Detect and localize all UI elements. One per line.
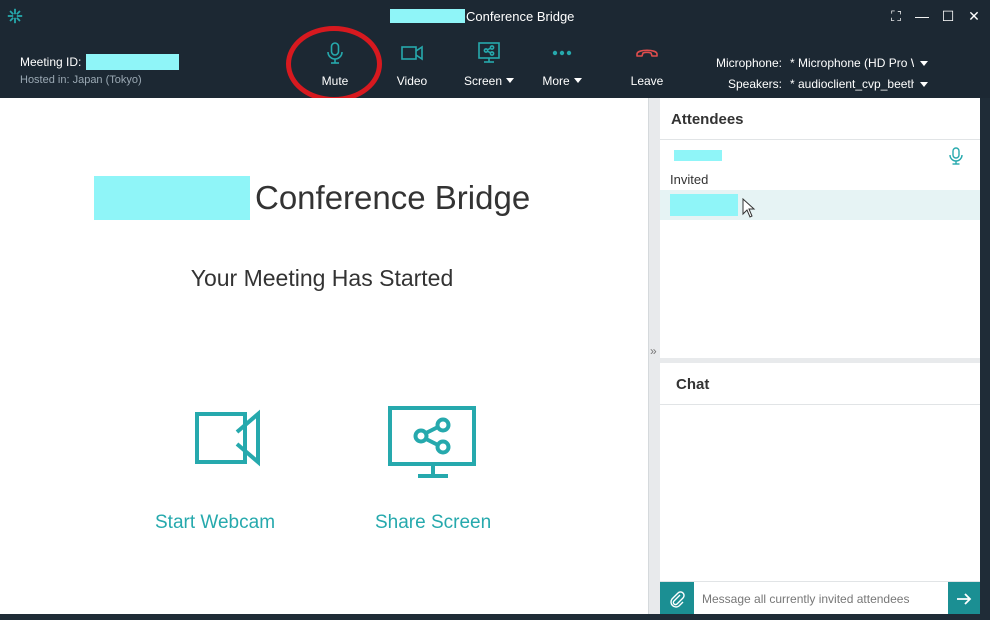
redacted-block [94,176,250,220]
attach-button[interactable] [660,582,694,615]
arrow-right-icon [957,592,972,605]
hang-up-icon [636,49,658,57]
share-screen-label: Share Screen [375,512,492,533]
main-stage: Conference Bridge Your Meeting Has Start… [0,98,648,618]
send-button[interactable] [948,582,980,615]
collapse-chevron-icon[interactable]: » [650,344,657,358]
window-border [0,614,990,620]
microphone-icon[interactable] [946,146,966,166]
maximize-icon[interactable]: ☐ [938,6,958,26]
invited-section-label: Invited [670,172,709,187]
screen-label-text: Screen [463,74,503,88]
attendees-title: Attendees [660,98,980,140]
paperclip-icon [670,590,685,608]
microphone-icon [327,42,343,64]
chevron-down-icon [920,60,928,66]
screen-button[interactable]: Screen [454,40,524,92]
mute-button[interactable]: Mute [300,40,370,92]
meeting-status: Your Meeting Has Started [190,265,454,291]
leave-button[interactable]: Leave [612,40,682,92]
title-bar: Conference Bridge ⛶ — ☐ ✕ [0,0,990,32]
speakers-label: Speakers: [727,77,782,91]
invited-attendee-row[interactable] [660,190,980,220]
window-controls: ⛶ — ☐ ✕ [886,6,984,26]
conference-title-text: Conference Bridge [255,179,531,216]
close-icon[interactable]: ✕ [964,6,984,26]
share-screen-icon [478,42,500,63]
attendees-panel: Attendees Invited [660,98,980,358]
hosted-location: Hosted in: Japan (Tokyo) [20,74,142,86]
redacted-block [670,194,738,216]
redacted-block [86,54,180,70]
window-title-text: Conference Bridge [466,8,575,24]
meeting-id-label: Meeting ID: [20,55,82,69]
speakers-select[interactable]: Speakers: * audioclient_cvp_beethoven [700,77,928,91]
video-button[interactable]: Video [377,40,447,92]
redacted-block [674,150,722,161]
start-webcam-label: Start Webcam [155,512,276,533]
leave-label: Leave [630,74,664,88]
microphone-value: * Microphone (HD Pro Webcam C920) [790,56,914,70]
more-label-text: More [542,74,570,88]
more-button[interactable]: More [527,40,597,92]
start-webcam-button[interactable]: Start Webcam [155,400,275,534]
speakers-value: * audioclient_cvp_beethoven [790,77,914,91]
panel-splitter[interactable]: » [648,98,660,618]
chat-title: Chat [660,363,980,405]
webcam-icon [195,409,261,467]
chat-message-input[interactable]: Message all currently invited attendees [702,592,909,606]
screen-label: Screen [463,74,515,88]
mute-label: Mute [321,74,349,88]
microphone-select[interactable]: Microphone: * Microphone (HD Pro Webcam … [700,56,928,70]
attendee-row[interactable] [660,140,980,170]
window-title: Conference Bridge [390,8,574,24]
app-logo-icon [7,8,23,24]
microphone-label: Microphone: [715,56,782,70]
chevron-down-icon [506,78,515,83]
more-label: More [542,74,582,88]
video-label: Video [396,74,428,88]
chevron-down-icon [573,78,582,83]
video-camera-icon [401,45,423,61]
fullscreen-icon[interactable]: ⛶ [886,6,906,26]
more-dots-icon [552,50,572,56]
share-screen-icon [388,406,477,478]
redacted-block [390,9,465,23]
conference-title: Conference Bridge [94,176,530,220]
meeting-toolbar: Meeting ID: Hosted in: Japan (Tokyo) Mut… [0,32,990,98]
chat-input-bar: Message all currently invited attendees [660,581,980,615]
window-border [980,98,990,620]
minimize-icon[interactable]: — [912,6,932,26]
chat-panel: Chat [660,363,980,581]
mouse-cursor-icon [742,198,756,218]
share-screen-action-button[interactable]: Share Screen [375,400,491,534]
chevron-down-icon [920,81,928,87]
meeting-id: Meeting ID: [20,54,180,70]
